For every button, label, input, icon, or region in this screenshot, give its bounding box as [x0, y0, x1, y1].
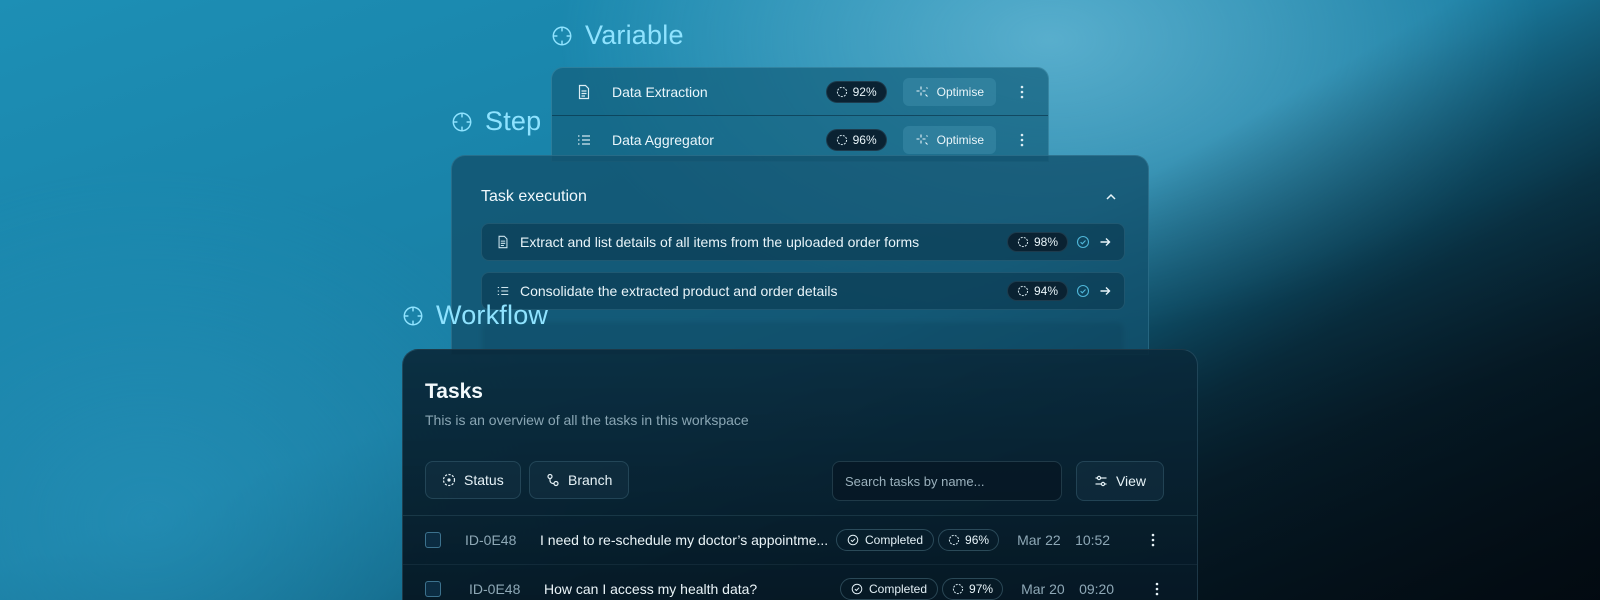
- step-row[interactable]: Consolidate the extracted product and or…: [481, 272, 1125, 310]
- page-subtitle: This is an overview of all the tasks in …: [425, 412, 749, 428]
- more-options-icon[interactable]: [1012, 130, 1032, 150]
- branch-filter-label: Branch: [568, 472, 613, 488]
- variable-name: Data Extraction: [612, 83, 708, 100]
- page-title: Tasks: [425, 380, 483, 403]
- step-label-text: Step: [485, 106, 542, 136]
- step-row[interactable]: Extract and list details of all items fr…: [481, 223, 1125, 261]
- arrow-right-icon[interactable]: [1098, 235, 1112, 249]
- view-label: View: [1115, 473, 1147, 489]
- target-icon: [552, 26, 572, 45]
- list-icon: [497, 286, 509, 296]
- check-circle-icon: [851, 583, 863, 595]
- more-options-icon[interactable]: [1147, 579, 1167, 599]
- score-value: 94%: [1033, 284, 1058, 298]
- list-icon: [578, 134, 590, 145]
- variable-panel: Data Extraction 92% Optimise Data Aggreg…: [551, 67, 1049, 162]
- sparkle-icon: [916, 134, 928, 145]
- check-circle-icon: [1076, 235, 1090, 249]
- status-icon: [442, 473, 456, 487]
- row-checkbox[interactable]: [425, 532, 441, 548]
- view-button[interactable]: View: [1076, 461, 1164, 501]
- document-icon: [578, 84, 590, 99]
- score-value: 96%: [852, 132, 877, 147]
- step-panel: Task execution Extract and list details …: [451, 155, 1149, 355]
- check-circle-icon: [1076, 284, 1090, 298]
- document-icon: [498, 235, 508, 249]
- variable-label: Variable: [551, 20, 684, 51]
- variable-label-text: Variable: [585, 20, 684, 50]
- check-circle-icon: [847, 534, 859, 546]
- score-value: 98%: [1033, 235, 1058, 249]
- task-time: 10:52: [1075, 532, 1111, 548]
- chevron-up-icon[interactable]: [1104, 190, 1118, 204]
- variable-row[interactable]: Data Extraction 92% Optimise: [552, 68, 1048, 116]
- optimise-button[interactable]: Optimise: [902, 77, 996, 106]
- score-badge: 96%: [825, 128, 887, 151]
- score-value: 92%: [852, 84, 877, 99]
- task-date: Mar 22: [1017, 532, 1061, 548]
- task-title[interactable]: How can I access my health data?: [544, 581, 840, 597]
- branch-filter-button[interactable]: Branch: [529, 461, 630, 499]
- step-text: Extract and list details of all items fr…: [520, 234, 920, 250]
- task-date: Mar 20: [1021, 581, 1065, 597]
- target-icon: [1017, 236, 1029, 248]
- score-badge: 96%: [938, 529, 1000, 551]
- workflow-label: Workflow: [402, 300, 548, 331]
- branch-icon: [547, 473, 559, 487]
- task-id: ID-0E48: [465, 532, 517, 548]
- score-badge: 92%: [825, 80, 887, 103]
- optimise-label: Optimise: [936, 132, 984, 147]
- target-icon: [836, 86, 847, 97]
- step-panel-header[interactable]: Task execution: [452, 156, 1148, 206]
- status-badge: Completed: [836, 529, 935, 551]
- score-badge: 97%: [942, 578, 1004, 600]
- score-badge: 98%: [1006, 232, 1068, 252]
- sliders-icon: [1095, 475, 1107, 487]
- target-icon: [836, 134, 847, 145]
- task-title[interactable]: I need to re-schedule my doctor’s appoin…: [540, 532, 836, 548]
- task-time: 09:20: [1079, 581, 1115, 597]
- table-row[interactable]: ID-0E48 How can I access my health data?…: [403, 565, 1197, 600]
- target-icon: [452, 112, 472, 131]
- target-icon: [403, 306, 423, 325]
- table-row[interactable]: ID-0E48 I need to re-schedule my doctor’…: [403, 516, 1197, 565]
- search-input[interactable]: [832, 461, 1062, 501]
- task-id: ID-0E48: [469, 581, 521, 597]
- workflow-panel: Tasks This is an overview of all the tas…: [402, 349, 1198, 600]
- optimise-label: Optimise: [936, 84, 984, 99]
- score-value: 97%: [969, 582, 994, 596]
- sparkle-icon: [916, 86, 928, 97]
- status-filter-label: Status: [464, 472, 504, 488]
- score-badge: 94%: [1006, 281, 1068, 301]
- more-options-icon[interactable]: [1143, 530, 1163, 550]
- status-text: Completed: [869, 582, 928, 596]
- status-filter-button[interactable]: Status: [425, 461, 521, 499]
- variable-name: Data Aggregator: [612, 131, 714, 148]
- more-options-icon[interactable]: [1012, 82, 1032, 102]
- score-value: 96%: [965, 533, 990, 547]
- status-text: Completed: [865, 533, 924, 547]
- workflow-label-text: Workflow: [436, 300, 549, 330]
- step-panel-title: Task execution: [481, 188, 587, 205]
- arrow-right-icon[interactable]: [1098, 284, 1112, 298]
- target-icon: [1017, 285, 1029, 297]
- row-checkbox[interactable]: [425, 581, 441, 597]
- target-icon: [948, 534, 960, 546]
- step-text: Consolidate the extracted product and or…: [520, 283, 838, 299]
- step-label: Step: [451, 106, 541, 137]
- target-icon: [952, 583, 964, 595]
- optimise-button[interactable]: Optimise: [902, 125, 996, 154]
- status-badge: Completed: [840, 578, 939, 600]
